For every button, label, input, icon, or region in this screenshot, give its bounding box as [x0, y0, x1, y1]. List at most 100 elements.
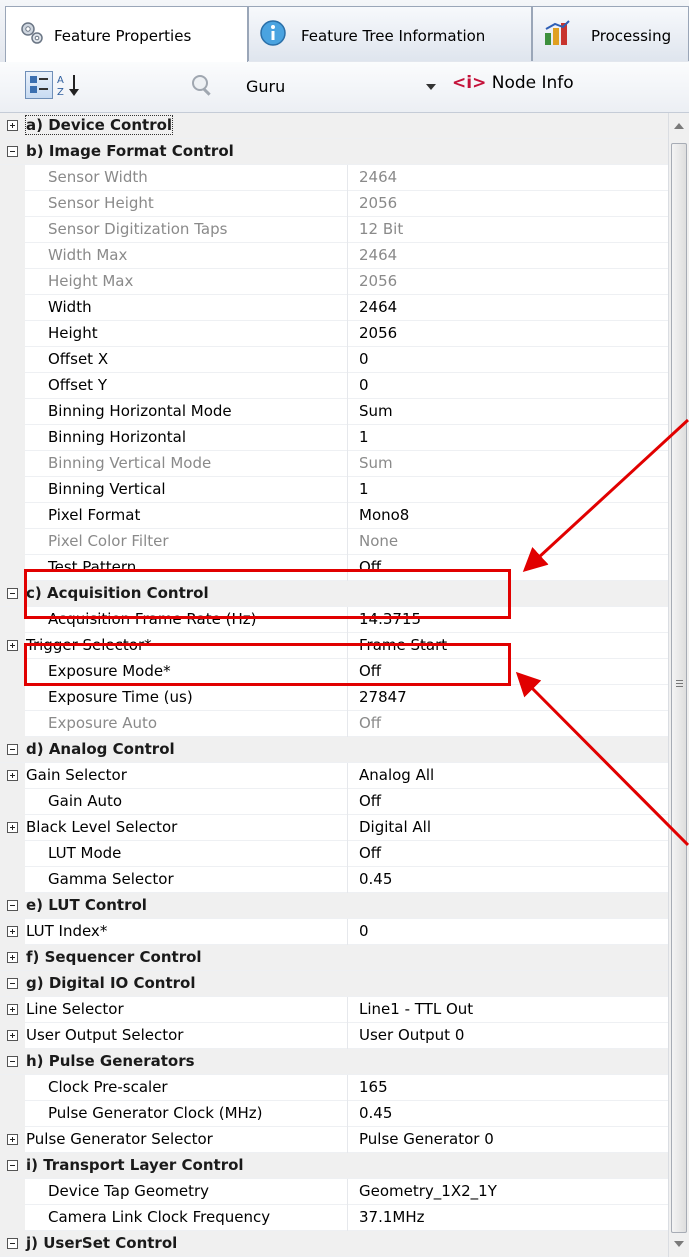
collapse-minus-icon[interactable]	[7, 1238, 18, 1249]
property-row[interactable]: Device Tap Geometry Geometry_1X2_1Y	[0, 1179, 668, 1205]
property-value[interactable]: 0	[359, 376, 369, 394]
category-row[interactable]: h) Pulse Generators	[0, 1049, 668, 1075]
category-row[interactable]: i) Transport Layer Control	[0, 1153, 668, 1179]
expand-plus-icon[interactable]	[7, 640, 18, 651]
property-row[interactable]: Gain Auto Off	[0, 789, 668, 815]
category-row[interactable]: e) LUT Control	[0, 893, 668, 919]
category-row[interactable]: d) Analog Control	[0, 737, 668, 763]
tab-feature-tree-information[interactable]: Feature Tree Information	[248, 6, 532, 61]
property-row[interactable]: Binning Vertical Mode Sum	[0, 451, 668, 477]
property-row[interactable]: LUT Index* 0	[0, 919, 668, 945]
expand-plus-icon[interactable]	[7, 120, 18, 131]
category-row[interactable]: b) Image Format Control	[0, 139, 668, 165]
property-value[interactable]: 2056	[359, 324, 397, 342]
property-row[interactable]: Test Pattern Off	[0, 555, 668, 581]
property-row[interactable]: Gamma Selector 0.45	[0, 867, 668, 893]
property-row[interactable]: Exposure Time (us) 27847	[0, 685, 668, 711]
sort-alphabetical-button[interactable]: A Z	[55, 71, 83, 99]
property-row[interactable]: Pixel Format Mono8	[0, 503, 668, 529]
property-row[interactable]: Trigger Selector* Frame Start	[0, 633, 668, 659]
category-row[interactable]: j) UserSet Control	[0, 1231, 668, 1257]
property-row[interactable]: User Output Selector User Output 0	[0, 1023, 668, 1049]
property-row[interactable]: Acquisition Frame Rate (Hz) 14.3715	[0, 607, 668, 633]
property-row[interactable]: Binning Horizontal 1	[0, 425, 668, 451]
property-value[interactable]: 37.1MHz	[359, 1208, 425, 1226]
property-row[interactable]: LUT Mode Off	[0, 841, 668, 867]
property-value[interactable]: 2464	[359, 298, 397, 316]
property-value[interactable]: 27847	[359, 688, 407, 706]
property-value[interactable]: 1	[359, 480, 369, 498]
collapse-minus-icon[interactable]	[7, 978, 18, 989]
property-value[interactable]: 0	[359, 350, 369, 368]
property-value[interactable]: User Output 0	[359, 1026, 464, 1044]
category-row[interactable]: f) Sequencer Control	[0, 945, 668, 971]
property-row[interactable]: Clock Pre-scaler 165	[0, 1075, 668, 1101]
property-row[interactable]: Offset Y 0	[0, 373, 668, 399]
collapse-minus-icon[interactable]	[7, 744, 18, 755]
property-value[interactable]: Off	[359, 558, 381, 576]
property-row[interactable]: Binning Vertical 1	[0, 477, 668, 503]
property-row[interactable]: Sensor Width 2464	[0, 165, 668, 191]
property-row[interactable]: Offset X 0	[0, 347, 668, 373]
property-value[interactable]: 1	[359, 428, 369, 446]
property-value[interactable]: Off	[359, 662, 381, 680]
property-row[interactable]: Gain Selector Analog All	[0, 763, 668, 789]
property-value[interactable]: Off	[359, 792, 381, 810]
expand-plus-icon[interactable]	[7, 1004, 18, 1015]
property-row[interactable]: Binning Horizontal Mode Sum	[0, 399, 668, 425]
collapse-minus-icon[interactable]	[7, 146, 18, 157]
collapse-minus-icon[interactable]	[7, 588, 18, 599]
property-row[interactable]: Line Selector Line1 - TTL Out	[0, 997, 668, 1023]
expand-plus-icon[interactable]	[7, 770, 18, 781]
property-value[interactable]: Sum	[359, 402, 393, 420]
property-value[interactable]: Analog All	[359, 766, 434, 784]
search-button[interactable]	[188, 71, 216, 99]
category-row[interactable]: c) Acquisition Control	[0, 581, 668, 607]
expand-plus-icon[interactable]	[7, 926, 18, 937]
category-row[interactable]: g) Digital IO Control	[0, 971, 668, 997]
scroll-up-arrow-icon[interactable]	[674, 123, 684, 129]
property-row[interactable]: Sensor Digitization Taps 12 Bit	[0, 217, 668, 243]
property-row[interactable]: Width Max 2464	[0, 243, 668, 269]
property-value[interactable]: Digital All	[359, 818, 431, 836]
property-value[interactable]: 14.3715	[359, 610, 421, 628]
column-divider	[347, 1101, 348, 1127]
categorized-view-button[interactable]	[25, 71, 53, 99]
property-value[interactable]: Geometry_1X2_1Y	[359, 1182, 497, 1200]
property-row[interactable]: Pulse Generator Selector Pulse Generator …	[0, 1127, 668, 1153]
collapse-minus-icon[interactable]	[7, 1056, 18, 1067]
property-row[interactable]: Sensor Height 2056	[0, 191, 668, 217]
collapse-minus-icon[interactable]	[7, 900, 18, 911]
property-row[interactable]: Pixel Color Filter None	[0, 529, 668, 555]
property-value[interactable]: Off	[359, 844, 381, 862]
property-value[interactable]: Mono8	[359, 506, 409, 524]
property-value[interactable]: 165	[359, 1078, 388, 1096]
property-row[interactable]: Height 2056	[0, 321, 668, 347]
collapse-minus-icon[interactable]	[7, 1160, 18, 1171]
property-row[interactable]: Exposure Mode* Off	[0, 659, 668, 685]
property-value[interactable]: Line1 - TTL Out	[359, 1000, 473, 1018]
property-row[interactable]: Exposure Auto Off	[0, 711, 668, 737]
property-value[interactable]: 0	[359, 922, 369, 940]
property-value[interactable]: Frame Start	[359, 636, 447, 654]
expand-plus-icon[interactable]	[7, 1134, 18, 1145]
property-row[interactable]: Height Max 2056	[0, 269, 668, 295]
visibility-level-dropdown[interactable]: Guru	[240, 68, 440, 106]
expand-plus-icon[interactable]	[7, 1030, 18, 1041]
scrollbar-thumb[interactable]	[671, 143, 687, 1233]
property-row[interactable]: Width 2464	[0, 295, 668, 321]
property-row[interactable]: Black Level Selector Digital All	[0, 815, 668, 841]
category-row[interactable]: a) Device Control	[0, 113, 668, 139]
property-value[interactable]: 0.45	[359, 1104, 392, 1122]
property-row[interactable]: Camera Link Clock Frequency 37.1MHz	[0, 1205, 668, 1231]
vertical-scrollbar[interactable]	[668, 113, 689, 1257]
property-value[interactable]: Pulse Generator 0	[359, 1130, 494, 1148]
expand-plus-icon[interactable]	[7, 952, 18, 963]
tab-feature-properties[interactable]: Feature Properties	[5, 6, 248, 63]
tab-processing[interactable]: Processing	[532, 6, 689, 61]
expand-plus-icon[interactable]	[7, 822, 18, 833]
node-info-button[interactable]: <i> Node Info	[452, 73, 574, 93]
property-value[interactable]: 0.45	[359, 870, 392, 888]
scroll-down-arrow-icon[interactable]	[674, 1241, 684, 1247]
property-row[interactable]: Pulse Generator Clock (MHz) 0.45	[0, 1101, 668, 1127]
